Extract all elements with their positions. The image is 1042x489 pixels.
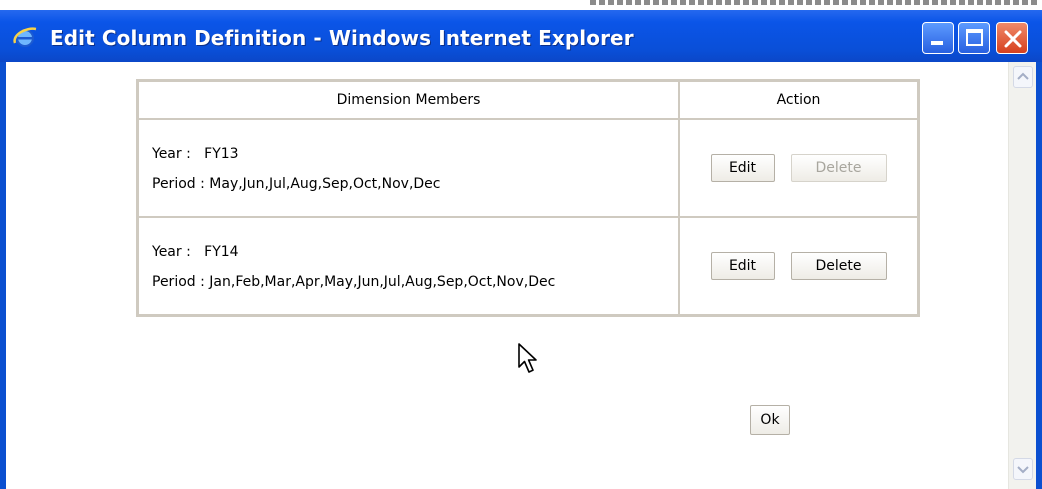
delete-button[interactable]: Delete	[790, 252, 887, 280]
period-label: Period :	[152, 176, 205, 192]
year-value: FY14	[204, 244, 239, 260]
column-header-action: Action	[679, 81, 918, 119]
table-row: Year : FY14 Period : Jan,Feb,Mar,Apr,May…	[138, 217, 918, 315]
maximize-icon	[966, 29, 983, 46]
scroll-up-button[interactable]	[1013, 66, 1033, 88]
ie-icon	[13, 27, 37, 47]
period-value: Jan,Feb,Mar,Apr,May,Jun,Jul,Aug,Sep,Oct,…	[209, 274, 556, 290]
period-line: Period : May,Jun,Jul,Aug,Sep,Oct,Nov,Dec	[140, 162, 677, 192]
vertical-scrollbar[interactable]	[1008, 62, 1036, 489]
background-window-strip	[0, 0, 1042, 10]
mouse-cursor-icon	[518, 343, 537, 373]
minimize-icon	[931, 41, 943, 45]
period-label: Period :	[152, 274, 205, 290]
table-header-row: Dimension Members Action	[138, 81, 918, 119]
ok-button[interactable]: Ok	[750, 405, 790, 435]
minimize-button[interactable]	[922, 22, 954, 54]
action-cell: Edit Delete	[679, 119, 918, 217]
members-cell: Year : FY14 Period : Jan,Feb,Mar,Apr,May…	[138, 217, 679, 315]
page-content: Dimension Members Action Year : FY13 Per…	[6, 62, 1008, 489]
edit-button[interactable]: Edit	[710, 252, 775, 280]
dimension-members-table: Dimension Members Action Year : FY13 Per…	[136, 79, 920, 317]
column-header-members: Dimension Members	[138, 81, 679, 119]
scroll-down-button[interactable]	[1013, 458, 1033, 480]
chevron-up-icon	[1017, 72, 1029, 80]
members-cell: Year : FY13 Period : May,Jun,Jul,Aug,Sep…	[138, 119, 679, 217]
maximize-button[interactable]	[958, 22, 990, 54]
window-frame-right	[1036, 62, 1042, 489]
period-value: May,Jun,Jul,Aug,Sep,Oct,Nov,Dec	[209, 176, 441, 192]
delete-button: Delete	[790, 154, 887, 182]
action-cell: Edit Delete	[679, 217, 918, 315]
year-label: Year :	[152, 244, 191, 260]
close-button[interactable]	[996, 22, 1028, 54]
edit-button[interactable]: Edit	[710, 154, 775, 182]
table-row: Year : FY13 Period : May,Jun,Jul,Aug,Sep…	[138, 119, 918, 217]
year-label: Year :	[152, 146, 191, 162]
year-line: Year : FY14	[140, 219, 677, 260]
period-line: Period : Jan,Feb,Mar,Apr,May,Jun,Jul,Aug…	[140, 260, 677, 290]
browser-window: Edit Column Definition - Windows Interne…	[0, 0, 1042, 489]
year-line: Year : FY13	[140, 121, 677, 162]
title-bar[interactable]: Edit Column Definition - Windows Interne…	[0, 0, 1042, 62]
year-value: FY13	[204, 146, 239, 162]
chevron-down-icon	[1017, 466, 1029, 474]
close-icon	[1004, 30, 1022, 48]
window-title: Edit Column Definition - Windows Interne…	[50, 26, 634, 50]
